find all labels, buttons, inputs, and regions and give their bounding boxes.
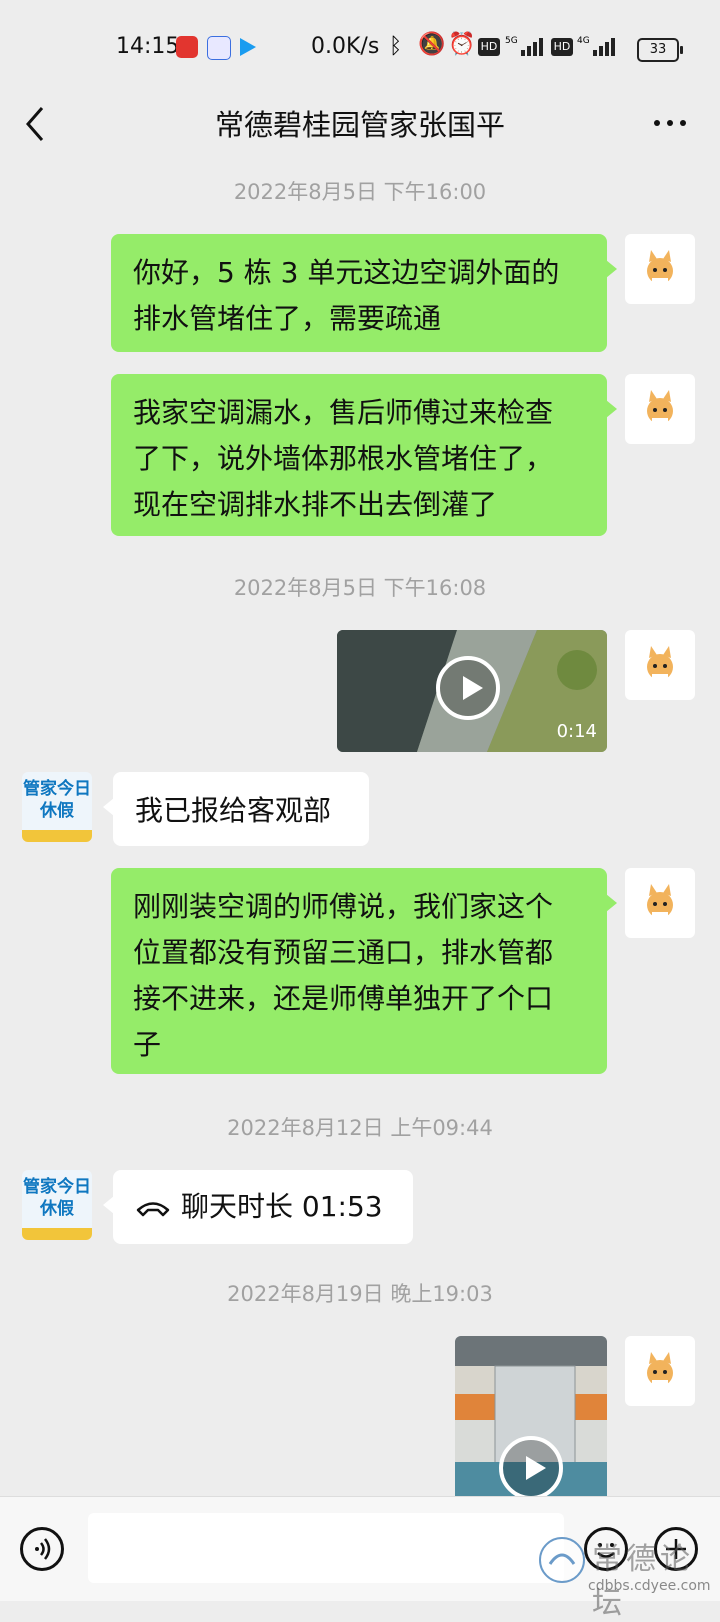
play-icon[interactable] (436, 656, 500, 720)
my-avatar[interactable] (625, 630, 695, 700)
message-text: 我家空调漏水，售后师傅过来检查 (133, 396, 554, 429)
network-speed: 0.0K/s (311, 34, 380, 59)
hd-icon-2: HD (551, 38, 573, 56)
play-store-icon (240, 38, 256, 56)
hd-icon: HD (478, 38, 500, 56)
page-title: 常德碧桂园管家张国平 (214, 108, 505, 142)
avatar-text: 管家今日 (23, 779, 91, 799)
message-text: 你好，5 栋 3 单元这边空调外面的 (133, 256, 560, 289)
my-avatar[interactable] (625, 868, 695, 938)
status-time: 14:15 (116, 34, 180, 59)
cat-avatar-icon (647, 884, 673, 918)
battery-icon: 33 (637, 38, 683, 62)
voice-button[interactable] (20, 1527, 64, 1571)
cat-avatar-icon (647, 250, 673, 284)
video-message[interactable]: 0:14 (337, 630, 607, 752)
back-button[interactable] (20, 96, 60, 150)
status-bar: 14:15 0.0K/s ᛒ 🔕 ⏰ HD 5G HD 4G 33 (0, 0, 720, 92)
more-button[interactable] (640, 96, 690, 150)
avatar-text: 休假 (40, 1199, 74, 1219)
timestamp: 2022年8月5日 下午16:08 (233, 576, 487, 600)
message-text: 了下，说外墙体那根水管堵住了， (133, 442, 554, 475)
video-duration: 0:14 (556, 721, 597, 742)
cat-avatar-icon (647, 1352, 673, 1386)
my-message-bubble[interactable]: 我家空调漏水，售后师傅过来检查 了下，说外墙体那根水管堵住了， 现在空调排水排不… (111, 374, 617, 536)
news-app-icon (176, 36, 198, 58)
message-text: 现在空调排水排不出去倒灌了 (133, 488, 498, 521)
my-avatar[interactable] (625, 1336, 695, 1406)
video-message[interactable] (455, 1336, 607, 1496)
forum-watermark: 常德论坛 cdbbs.cdyee.com (536, 1534, 720, 1621)
message-text: 接不进来，还是师傅单独开了个口 (133, 982, 554, 1015)
my-avatar[interactable] (625, 374, 695, 444)
4g-signal-icon: 4G (577, 34, 619, 58)
timestamp: 2022年8月19日 晚上19:03 (227, 1282, 493, 1306)
chat-header: 常德碧桂园管家张国平 (0, 92, 720, 156)
their-message-bubble[interactable]: 我已报给客观部 (103, 772, 369, 846)
phone-hangup-icon (136, 1202, 170, 1217)
call-record-bubble[interactable]: 聊天时长 01:53 (103, 1170, 413, 1244)
message-text: 子 (133, 1028, 162, 1061)
message-text: 排水管堵住了，需要疏通 (133, 302, 442, 335)
svg-text:5G: 5G (505, 36, 518, 46)
forum-logo-icon (539, 1537, 585, 1583)
contact-avatar[interactable]: 管家今日 休假 (22, 772, 92, 842)
avatar-text: 管家今日 (23, 1177, 91, 1197)
contact-avatar[interactable]: 管家今日 休假 (22, 1170, 92, 1240)
message-text: 刚刚装空调的师傅说，我们家这个 (133, 890, 554, 923)
avatar-text: 休假 (40, 801, 74, 821)
alarm-icon: ⏰ (448, 32, 476, 57)
cat-avatar-icon (647, 390, 673, 424)
timestamp: 2022年8月5日 下午16:00 (233, 180, 487, 204)
chevron-left-icon (26, 107, 44, 141)
timestamp: 2022年8月12日 上午09:44 (227, 1116, 493, 1140)
my-message-bubble[interactable]: 你好，5 栋 3 单元这边空调外面的 排水管堵住了，需要疏通 (111, 234, 617, 352)
svg-text:4G: 4G (577, 36, 590, 46)
bluetooth-icon: ᛒ (389, 34, 403, 59)
tieba-app-icon (207, 36, 231, 60)
message-text: 我已报给客观部 (135, 794, 332, 827)
voice-icon (35, 1538, 51, 1560)
cat-avatar-icon (647, 646, 673, 680)
watermark-url: cdbbs.cdyee.com (588, 1578, 711, 1594)
5g-signal-icon: 5G (505, 34, 547, 58)
my-message-bubble[interactable]: 刚刚装空调的师傅说，我们家这个 位置都没有预留三通口，排水管都 接不进来，还是师… (111, 868, 617, 1074)
message-text: 位置都没有预留三通口，排水管都 (133, 936, 554, 969)
message-input[interactable] (88, 1513, 564, 1583)
call-duration-text: 聊天时长 01:53 (181, 1190, 383, 1223)
mute-icon: 🔕 (418, 32, 446, 57)
my-avatar[interactable] (625, 234, 695, 304)
play-icon[interactable] (499, 1436, 563, 1496)
